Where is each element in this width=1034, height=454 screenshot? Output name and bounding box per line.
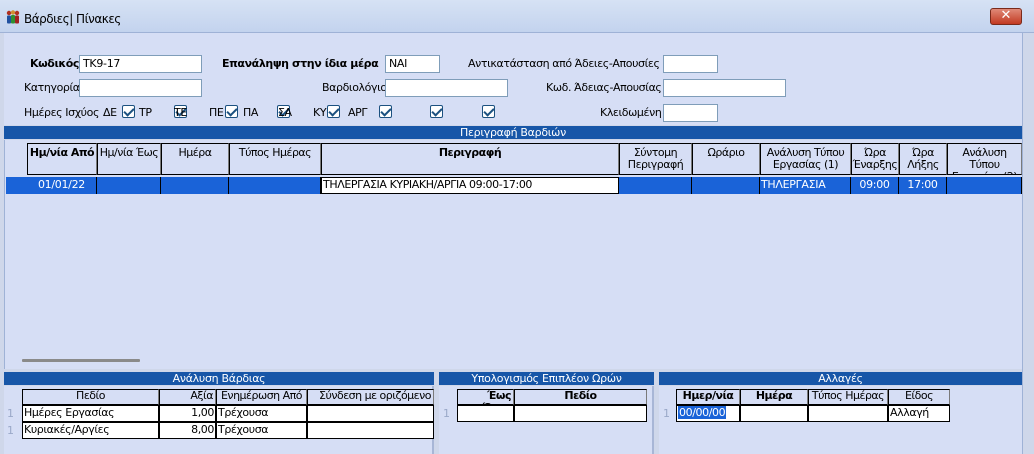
analysis-col-value[interactable]: Αξία bbox=[159, 389, 216, 405]
replace-input[interactable] bbox=[663, 55, 718, 73]
day-label-de: ΔΕ bbox=[103, 106, 117, 119]
analysis-col-update[interactable]: Ενημέρωση Από bbox=[216, 389, 307, 405]
shifts-section-title: Περιγραφή Βαρδιών bbox=[4, 126, 1022, 139]
col-header-from[interactable]: Ημ/νία Από bbox=[27, 143, 97, 175]
validdays-label: Ημέρες Ισχύος bbox=[24, 106, 100, 119]
changes-row-date[interactable]: 00/00/00 bbox=[676, 405, 740, 422]
category-label: Κατηγορία bbox=[24, 81, 80, 94]
day-label-pe: ΠΕ bbox=[209, 106, 224, 119]
changes-row-day[interactable] bbox=[740, 405, 808, 422]
window-right-edge bbox=[1022, 33, 1034, 454]
changes-col-daytype[interactable]: Τύπος Ημέρας bbox=[808, 389, 888, 405]
shift-row-worktype2[interactable] bbox=[947, 177, 1022, 194]
col-header-to[interactable]: Ημ/νία Έως bbox=[97, 143, 161, 175]
day-checkbox-de[interactable] bbox=[122, 105, 135, 118]
people-icon bbox=[6, 10, 20, 24]
col-header-worktype2[interactable]: Ανάλυση Τύπου Εργασίας (2) bbox=[947, 143, 1022, 175]
col-header-description[interactable]: Περιγραφή bbox=[321, 143, 619, 175]
overtime-row-hours[interactable] bbox=[457, 405, 514, 422]
shift-row-daytype[interactable] bbox=[229, 177, 321, 194]
shift-row-schedule[interactable] bbox=[692, 177, 760, 194]
changes-col-date[interactable]: Ημερ/νία bbox=[676, 389, 740, 405]
changes-section-title: Αλλαγές bbox=[659, 372, 1022, 385]
col-header-daytype[interactable]: Τύπος Ημέρας bbox=[229, 143, 321, 175]
day-label-ky: ΚΥ bbox=[313, 106, 327, 119]
shift-row-worktype1[interactable]: ΤΗΛΕΡΓΑΣΙΑ bbox=[760, 177, 851, 194]
replace-label: Αντικατάσταση από Άδειες-Απουσίες bbox=[468, 57, 660, 70]
changes-row-daytype[interactable] bbox=[808, 405, 888, 422]
day-checkbox-arg[interactable] bbox=[481, 105, 495, 118]
col-header-day[interactable]: Ημέρα bbox=[161, 143, 229, 175]
close-button[interactable]: ✕ bbox=[990, 8, 1022, 25]
analysis-col-link[interactable]: Σύνδεση με οριζόμενο bbox=[307, 389, 434, 405]
analysis-row-field[interactable]: Κυριακές/Αργίες bbox=[22, 422, 159, 439]
analysis-row-link[interactable] bbox=[307, 405, 434, 422]
shift-row-description[interactable]: ΤΗΛΕΡΓΑΣΙΑ ΚΥΡΙΑΚΗ/ΑΡΓΙΑ 09:00-17:00 bbox=[321, 177, 619, 194]
col-header-short[interactable]: Σύντομη Περιγραφή bbox=[619, 143, 692, 175]
col-header-start[interactable]: Ώρα Έναρξης bbox=[851, 143, 899, 175]
locked-label: Κλειδωμένη bbox=[600, 106, 662, 119]
code-input[interactable]: TK9-17 bbox=[79, 55, 202, 73]
analysis-row-number: 1 bbox=[7, 424, 14, 437]
changes-col-day[interactable]: Ημέρα bbox=[740, 389, 808, 405]
analysis-col-field[interactable]: Πεδίο bbox=[22, 389, 159, 405]
locked-input[interactable] bbox=[663, 104, 718, 122]
day-label-tr: ΤΡ bbox=[139, 106, 152, 119]
analysis-section-title: Ανάλυση Βάρδιας bbox=[4, 372, 434, 385]
changes-row-date-text: 00/00/00 bbox=[678, 406, 727, 419]
analysis-row-link[interactable] bbox=[307, 422, 434, 439]
day-label-pa: ΠΑ bbox=[243, 106, 258, 119]
repeat-input[interactable]: ΝΑΙ bbox=[385, 55, 440, 73]
shiftbook-input[interactable] bbox=[385, 79, 508, 97]
shift-row-from[interactable]: 01/01/22 bbox=[27, 177, 97, 194]
changes-row-number: 1 bbox=[663, 407, 670, 420]
changes-col-kind[interactable]: Είδος bbox=[888, 389, 950, 405]
repeat-label: Επανάληψη στην ίδια μέρα bbox=[222, 57, 379, 70]
code-label: Κωδικός bbox=[30, 57, 80, 70]
overtime-row-number: 1 bbox=[443, 407, 450, 420]
day-checkbox-pa[interactable] bbox=[327, 105, 340, 118]
analysis-row-field[interactable]: Ημέρες Εργασίας bbox=[22, 405, 159, 422]
analysis-row-value[interactable]: 1,00 bbox=[159, 405, 216, 422]
category-input[interactable] bbox=[79, 79, 202, 97]
day-checkbox-ky[interactable] bbox=[430, 105, 443, 118]
overtime-section-title: Υπολογισμός Επιπλέον Ωρών bbox=[439, 372, 654, 385]
col-header-worktype1[interactable]: Ανάλυση Τύπου Εργασίας (1) bbox=[760, 143, 851, 175]
overtime-col-field[interactable]: Πεδίο bbox=[514, 389, 647, 405]
day-checkbox-te[interactable] bbox=[225, 105, 238, 118]
day-checkbox-sa[interactable] bbox=[378, 105, 392, 118]
day-label-arg: ΑΡΓ bbox=[348, 106, 368, 119]
day-label-sa: ΣΑ bbox=[278, 106, 292, 119]
analysis-row-value[interactable]: 8,00 bbox=[159, 422, 216, 439]
shiftbook-label: Βαρδιολόγιο bbox=[322, 81, 387, 94]
changes-row-kind[interactable]: Αλλαγή bbox=[888, 405, 950, 422]
horizontal-scrollbar[interactable] bbox=[22, 359, 140, 362]
shift-row-to[interactable] bbox=[97, 177, 161, 194]
col-header-schedule[interactable]: Ωράριο bbox=[692, 143, 760, 175]
leavecode-label: Κωδ. Άδειας-Απουσίας bbox=[546, 81, 662, 94]
window-title: Βάρδιες| Πίνακες bbox=[24, 12, 121, 26]
leavecode-input[interactable] bbox=[663, 79, 786, 97]
analysis-row-number: 1 bbox=[7, 407, 14, 420]
shift-row-end[interactable]: 17:00 bbox=[899, 177, 947, 194]
title-bar bbox=[0, 0, 1034, 33]
day-label-te: ΤΕ bbox=[174, 106, 187, 119]
analysis-row-update[interactable]: Τρέχουσα bbox=[216, 405, 307, 422]
col-header-end[interactable]: Ώρα Λήξης bbox=[899, 143, 947, 175]
shift-row-day[interactable] bbox=[161, 177, 229, 194]
overtime-col-hours[interactable]: Έως Ώρες bbox=[457, 389, 514, 405]
shift-row-start[interactable]: 09:00 bbox=[851, 177, 899, 194]
shift-row-short[interactable] bbox=[619, 177, 692, 194]
analysis-row-update[interactable]: Τρέχουσα bbox=[216, 422, 307, 439]
overtime-row-field[interactable] bbox=[514, 405, 647, 422]
